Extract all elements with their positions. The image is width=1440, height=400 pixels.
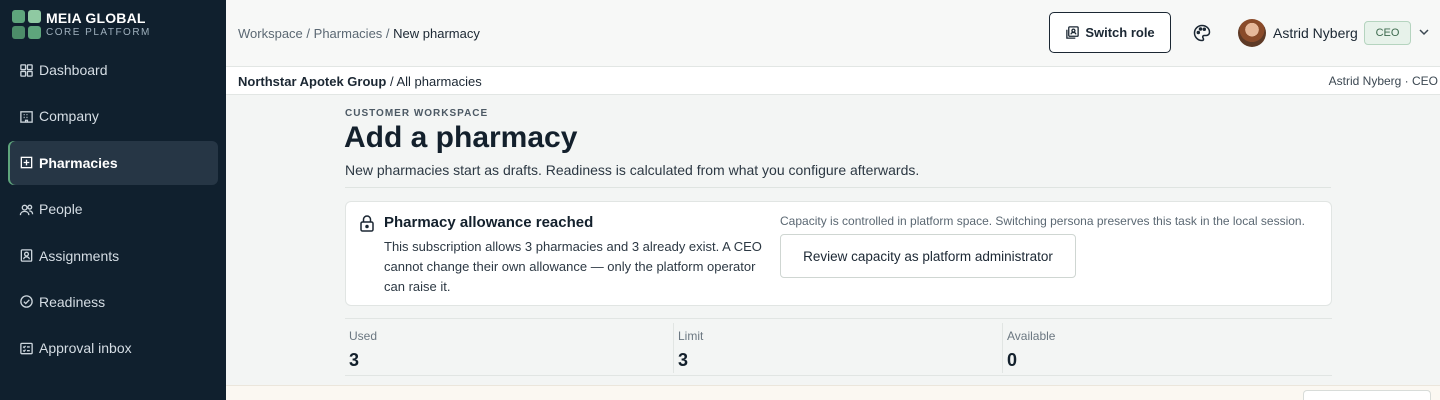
- breadcrumb-separator: /: [306, 26, 314, 41]
- lock-icon: [360, 215, 374, 232]
- divider: [345, 187, 1331, 188]
- avatar[interactable]: [1238, 19, 1266, 47]
- brand[interactable]: MEIA GLOBAL CORE PLATFORM: [12, 10, 151, 39]
- sidebar-item-approval-inbox[interactable]: Approval inbox: [8, 326, 218, 370]
- people-icon: [19, 202, 34, 217]
- allowance-alert: Pharmacy allowance reached This subscrip…: [345, 201, 1332, 306]
- main-content: CUSTOMER WORKSPACE Add a pharmacy New ph…: [226, 96, 1440, 400]
- sidebar-item-people[interactable]: People: [8, 187, 218, 231]
- alert-body: This subscription allows 3 pharmacies an…: [384, 239, 762, 294]
- sidebar-item-label: Assignments: [39, 247, 120, 264]
- footer-strip: [226, 385, 1440, 400]
- pharmacy-icon: [19, 155, 34, 170]
- org-name[interactable]: Northstar Apotek Group: [238, 74, 386, 89]
- sidebar-item-label: People: [39, 201, 83, 218]
- inbox-icon: [19, 341, 34, 356]
- stat-used: Used 3: [345, 319, 673, 375]
- brand-logo-icon: [12, 10, 41, 39]
- badge-icon: [19, 248, 34, 263]
- stat-label: Limit: [678, 329, 704, 343]
- brand-name: MEIA GLOBAL: [46, 9, 146, 26]
- stat-label: Available: [1007, 329, 1056, 343]
- breadcrumb-current: New pharmacy: [393, 26, 480, 41]
- stat-value: 3: [678, 350, 689, 370]
- stat-label: Used: [349, 329, 378, 343]
- breadcrumb: Workspace / Pharmacies / New pharmacy: [238, 26, 480, 41]
- context-bar: Northstar Apotek Group / All pharmacies …: [226, 67, 1440, 95]
- switch-role-icon: [1066, 26, 1080, 39]
- sidebar: MEIA GLOBAL CORE PLATFORM Dashboard Comp…: [0, 0, 226, 400]
- stat-value: 3: [349, 350, 360, 370]
- switch-role-label: Switch role: [1085, 25, 1155, 40]
- sidebar-nav: Dashboard Company Pharmacies People Assi…: [8, 48, 218, 373]
- sidebar-item-label: Readiness: [39, 293, 106, 310]
- breadcrumb-pharmacies[interactable]: Pharmacies: [314, 26, 383, 41]
- role-badge: CEO: [1364, 21, 1411, 45]
- page-subtitle: New pharmacies start as drafts. Readines…: [345, 162, 920, 178]
- sidebar-item-label: Dashboard: [39, 62, 108, 78]
- footer-tab[interactable]: [1303, 390, 1431, 400]
- sidebar-item-assignments[interactable]: Assignments: [8, 234, 218, 278]
- sidebar-item-label: Company: [39, 108, 99, 125]
- org-scope-label[interactable]: All pharmacies: [396, 74, 481, 89]
- sidebar-item-label: Approval inbox: [39, 340, 132, 357]
- stat-value: 0: [1007, 350, 1018, 370]
- stat-limit: Limit 3: [674, 319, 1002, 375]
- switch-role-button[interactable]: Switch role: [1049, 12, 1171, 53]
- sidebar-item-dashboard[interactable]: Dashboard: [8, 48, 218, 92]
- page-eyebrow: CUSTOMER WORKSPACE: [345, 108, 489, 119]
- top-bar: Workspace / Pharmacies / New pharmacy Sw…: [226, 0, 1440, 67]
- check-circle-icon: [19, 294, 34, 309]
- grid-icon: [19, 63, 34, 78]
- palette-icon[interactable]: [1192, 23, 1212, 43]
- building-icon: [19, 109, 34, 124]
- page-title: Add a pharmacy: [344, 121, 578, 154]
- user-name[interactable]: Astrid Nyberg: [1273, 25, 1358, 41]
- review-capacity-button[interactable]: Review capacity as platform administrato…: [780, 234, 1076, 278]
- sidebar-item-readiness[interactable]: Readiness: [8, 280, 218, 324]
- sidebar-item-label: Pharmacies: [39, 154, 118, 171]
- stat-available: Available 0: [1003, 319, 1331, 375]
- capacity-stats: Used 3 Limit 3 Available 0: [345, 318, 1332, 376]
- sidebar-item-company[interactable]: Company: [8, 94, 218, 138]
- alert-note: Capacity is controlled in platform space…: [780, 214, 1305, 228]
- chevron-down-icon[interactable]: [1417, 25, 1431, 39]
- org-scope: Northstar Apotek Group / All pharmacies: [238, 74, 482, 89]
- context-user-role: Astrid Nyberg · CEO: [1328, 74, 1438, 88]
- brand-subtitle: CORE PLATFORM: [46, 26, 151, 38]
- breadcrumb-workspace[interactable]: Workspace: [238, 26, 303, 41]
- sidebar-item-pharmacies[interactable]: Pharmacies: [8, 140, 218, 185]
- alert-title: Pharmacy allowance reached: [384, 214, 594, 231]
